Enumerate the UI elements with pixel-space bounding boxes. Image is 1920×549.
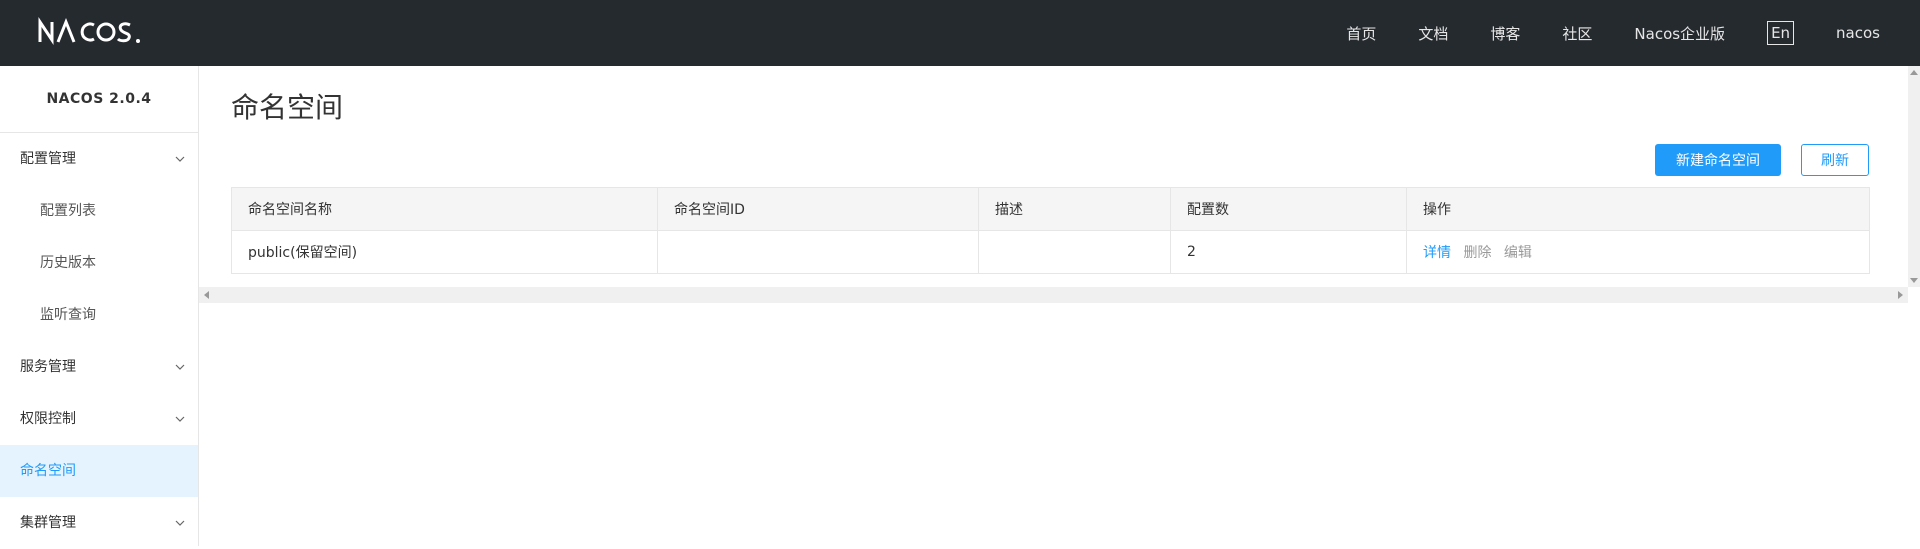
language-toggle[interactable]: En — [1767, 21, 1795, 45]
cell-actions: 详情 删除 编辑 — [1406, 230, 1870, 274]
chevron-down-icon — [175, 416, 185, 422]
cell-id — [657, 230, 979, 274]
column-header-name: 命名空间名称 — [231, 187, 658, 231]
sidebar-item-label: 配置管理 — [20, 151, 76, 167]
sidebar-item-label: 监听查询 — [40, 307, 96, 323]
user-menu[interactable]: nacos — [1836, 24, 1880, 42]
column-header-actions: 操作 — [1406, 187, 1870, 231]
nacos-logo[interactable] — [38, 16, 148, 48]
sidebar: NACOS 2.0.4 配置管理 配置列表 历史版本 监听查询 服务管理 权限控… — [0, 66, 199, 546]
scroll-left-arrow-icon[interactable] — [204, 291, 209, 299]
edit-link[interactable]: 编辑 — [1504, 245, 1532, 261]
nav-community-link[interactable]: 社区 — [1562, 23, 1592, 44]
chevron-down-icon — [175, 364, 185, 370]
top-header: 首页 文档 博客 社区 Nacos企业版 En nacos — [0, 0, 1920, 66]
chevron-down-icon — [175, 156, 185, 162]
nav-home-link[interactable]: 首页 — [1346, 23, 1376, 44]
sidebar-item-listener-query[interactable]: 监听查询 — [0, 289, 198, 341]
sidebar-item-label: 历史版本 — [40, 255, 96, 271]
nav-blog-link[interactable]: 博客 — [1490, 23, 1520, 44]
sidebar-item-label: 命名空间 — [20, 463, 76, 479]
table-header-row: 命名空间名称 命名空间ID 描述 配置数 操作 — [231, 187, 1870, 231]
sidebar-item-access-control[interactable]: 权限控制 — [0, 393, 198, 445]
sidebar-item-label: 服务管理 — [20, 359, 76, 375]
scroll-right-arrow-icon[interactable] — [1898, 291, 1903, 299]
sidebar-item-label: 权限控制 — [20, 411, 76, 427]
cell-name: public(保留空间) — [231, 230, 658, 274]
cell-description — [978, 230, 1171, 274]
delete-link[interactable]: 删除 — [1463, 245, 1491, 261]
cell-config-count: 2 — [1170, 230, 1407, 274]
sidebar-item-label: 配置列表 — [40, 203, 96, 219]
sidebar-item-config-management[interactable]: 配置管理 — [0, 133, 198, 185]
column-header-config-count: 配置数 — [1170, 187, 1407, 231]
scroll-up-arrow-icon[interactable] — [1910, 70, 1918, 75]
horizontal-scrollbar[interactable] — [199, 287, 1908, 303]
sidebar-item-cluster-management[interactable]: 集群管理 — [0, 497, 198, 549]
sidebar-item-label: 集群管理 — [20, 515, 76, 531]
table-row: public(保留空间) 2 详情 删除 编辑 — [231, 230, 1870, 274]
vertical-scrollbar[interactable] — [1908, 66, 1920, 287]
version-label: NACOS 2.0.4 — [0, 66, 198, 133]
sidebar-item-history[interactable]: 历史版本 — [0, 237, 198, 289]
column-header-id: 命名空间ID — [657, 187, 979, 231]
top-nav: 首页 文档 博客 社区 Nacos企业版 En nacos — [1304, 0, 1880, 66]
nav-docs-link[interactable]: 文档 — [1418, 23, 1448, 44]
sidebar-item-namespace[interactable]: 命名空间 — [0, 445, 198, 497]
scroll-down-arrow-icon[interactable] — [1910, 278, 1918, 283]
chevron-down-icon — [175, 520, 185, 526]
sidebar-item-service-management[interactable]: 服务管理 — [0, 341, 198, 393]
main-content: 命名空间 新建命名空间 刷新 命名空间名称 命名空间ID 描述 配置数 操作 p… — [199, 66, 1908, 546]
column-header-description: 描述 — [978, 187, 1171, 231]
page-title: 命名空间 — [231, 91, 344, 124]
nav-enterprise-link[interactable]: Nacos企业版 — [1634, 23, 1725, 44]
refresh-button[interactable]: 刷新 — [1801, 144, 1869, 176]
sidebar-item-config-list[interactable]: 配置列表 — [0, 185, 198, 237]
namespace-table: 命名空间名称 命名空间ID 描述 配置数 操作 public(保留空间) 2 详… — [231, 187, 1870, 274]
create-namespace-button[interactable]: 新建命名空间 — [1655, 144, 1781, 176]
detail-link[interactable]: 详情 — [1423, 245, 1451, 261]
